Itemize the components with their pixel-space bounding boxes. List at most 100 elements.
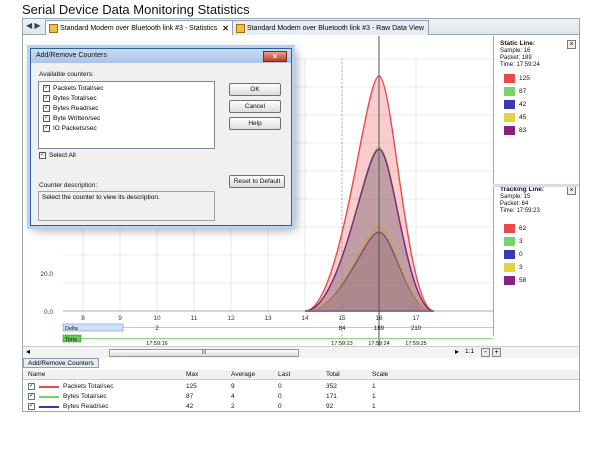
counter-option[interactable]: ✓ IO Packets/sec: [43, 125, 97, 132]
table-header: Name Max Average Last Total Scale: [23, 370, 579, 380]
page-title: Serial Device Data Monitoring Statistics: [22, 2, 250, 17]
color-swatch: [504, 237, 515, 246]
counter-option[interactable]: ✓ Packets Total/sec: [43, 85, 103, 92]
cell-avg: 2: [231, 403, 235, 410]
col-scale[interactable]: Scale: [372, 371, 388, 378]
tracking-time: Time: 17:59:23: [500, 208, 540, 214]
checkbox[interactable]: ✓: [43, 95, 50, 102]
tracking-line-title: Tracking Line:: [500, 186, 545, 193]
horizontal-scrollbar[interactable]: ◂ III ▸ 1:1 - +: [23, 346, 579, 358]
checkbox[interactable]: ✓: [28, 383, 35, 390]
x-tick-label: 13: [264, 315, 272, 322]
checkbox[interactable]: ✓: [43, 105, 50, 112]
zoom-in-button[interactable]: +: [492, 348, 501, 357]
counter-option[interactable]: ✓ Byte Written/sec: [43, 115, 100, 122]
available-counters-label: Available counters:: [39, 71, 94, 78]
legend-item: 0: [504, 250, 523, 259]
counter-option[interactable]: ✓ Bytes Read/sec: [43, 105, 99, 112]
legend-value: 62: [519, 225, 527, 232]
legend-value: 0: [519, 251, 523, 258]
delta-value: 84: [339, 326, 346, 332]
table-row[interactable]: ✓ Bytes Total/sec 87 4 0 171 1: [23, 392, 579, 402]
tab-raw-data-view[interactable]: Standard Modem over Bluetooth link #3 - …: [232, 20, 429, 35]
series-line-swatch: [39, 386, 59, 388]
cell-scale: 1: [372, 393, 376, 400]
checkbox[interactable]: ✓: [43, 115, 50, 122]
color-swatch: [504, 100, 515, 109]
cell-max: 42: [186, 403, 194, 410]
color-swatch: [504, 224, 515, 233]
checkbox[interactable]: ✓: [39, 152, 46, 159]
legend-value: 83: [519, 127, 527, 134]
close-icon[interactable]: ×: [567, 186, 576, 195]
ok-button[interactable]: OK: [229, 83, 281, 96]
reset-to-default-button[interactable]: Reset to Default: [229, 175, 285, 188]
legend-item: 42: [504, 100, 526, 109]
cell-name: Bytes Read/sec: [63, 403, 109, 410]
tracking-sample: Sample: 15: [500, 194, 531, 200]
x-tick-label: 15: [338, 315, 346, 322]
legend-item: 87: [504, 87, 526, 96]
delta-value: 2: [155, 326, 159, 332]
legend-value: 45: [519, 114, 527, 121]
select-all-checkbox[interactable]: ✓ Select All: [39, 152, 76, 159]
close-icon[interactable]: ×: [567, 40, 576, 49]
table-row[interactable]: ✓ Packets Total/sec 125 9 0 352 1: [23, 382, 579, 392]
col-max[interactable]: Max: [186, 371, 198, 378]
x-tick-label: 16: [375, 315, 383, 322]
cell-last: 0: [278, 393, 282, 400]
col-total[interactable]: Total: [326, 371, 340, 378]
legend-value: 42: [519, 101, 527, 108]
document-icon: [236, 23, 245, 33]
checkbox[interactable]: ✓: [28, 403, 35, 410]
counters-checklist[interactable]: ✓ Packets Total/sec ✓ Bytes Total/sec ✓ Bytes…: [38, 81, 215, 149]
tab-add-remove-counters[interactable]: Add/Remove Counters: [23, 358, 99, 368]
panel-splitter[interactable]: [493, 184, 579, 187]
scroll-right-icon[interactable]: ▸: [455, 347, 459, 356]
nav-arrows-icon[interactable]: ◀ ▶: [26, 21, 41, 30]
scroll-thumb[interactable]: III: [109, 349, 299, 357]
tab-label: Standard Modem over Bluetooth link #3 - …: [247, 24, 424, 32]
counter-option-label: Packets Total/sec: [53, 85, 104, 92]
close-icon[interactable]: ×: [263, 51, 287, 62]
x-tick-label: 10: [153, 315, 161, 322]
counter-option-label: Bytes Total/sec: [53, 95, 97, 102]
x-tick-label: 17: [412, 315, 420, 322]
x-tick-label: 11: [191, 315, 198, 322]
table-row[interactable]: ✓ Bytes Read/sec 42 2 0 92 1: [23, 402, 579, 411]
cell-name: Packets Total/sec: [63, 383, 114, 390]
checkbox[interactable]: ✓: [28, 393, 35, 400]
counter-option-label: Bytes Read/sec: [53, 105, 99, 112]
help-button[interactable]: Help: [229, 117, 281, 130]
series-area: [304, 148, 435, 312]
checkbox[interactable]: ✓: [43, 85, 50, 92]
close-icon[interactable]: ✕: [222, 22, 229, 35]
col-average[interactable]: Average: [231, 371, 255, 378]
color-swatch: [504, 276, 515, 285]
tab-statistics[interactable]: Standard Modem over Bluetooth link #3 - …: [45, 20, 234, 35]
legend-value: 3: [519, 264, 523, 271]
zoom-out-button[interactable]: -: [481, 348, 490, 357]
legend-value: 87: [519, 88, 527, 95]
counter-option-label: Byte Written/sec: [53, 115, 101, 122]
zoom-level: 1:1: [465, 348, 475, 355]
legend-item: 125: [504, 74, 530, 83]
x-tick-label: 14: [301, 315, 309, 322]
checkbox[interactable]: ✓: [43, 125, 50, 132]
x-tick-label: 9: [118, 315, 122, 322]
scroll-left-icon[interactable]: ◂: [26, 347, 30, 356]
cell-total: 352: [326, 383, 337, 390]
y-tick-label: 20.0: [40, 271, 53, 278]
counter-option[interactable]: ✓ Bytes Total/sec: [43, 95, 97, 102]
tab-bar: ◀ ▶ Standard Modem over Bluetooth link #…: [23, 19, 579, 35]
series-line-swatch: [39, 396, 59, 398]
legend-item: 3: [504, 237, 523, 246]
y-tick-label: 0.0: [44, 309, 53, 316]
col-name[interactable]: Name: [28, 371, 45, 378]
dialog-titlebar[interactable]: Add/Remove Counters: [31, 49, 291, 63]
col-last[interactable]: Last: [278, 371, 290, 378]
cancel-button[interactable]: Cancel: [229, 100, 281, 113]
document-icon: [49, 23, 58, 33]
legend-item: 83: [504, 126, 526, 135]
counter-description-label: Counter description:: [39, 182, 98, 189]
